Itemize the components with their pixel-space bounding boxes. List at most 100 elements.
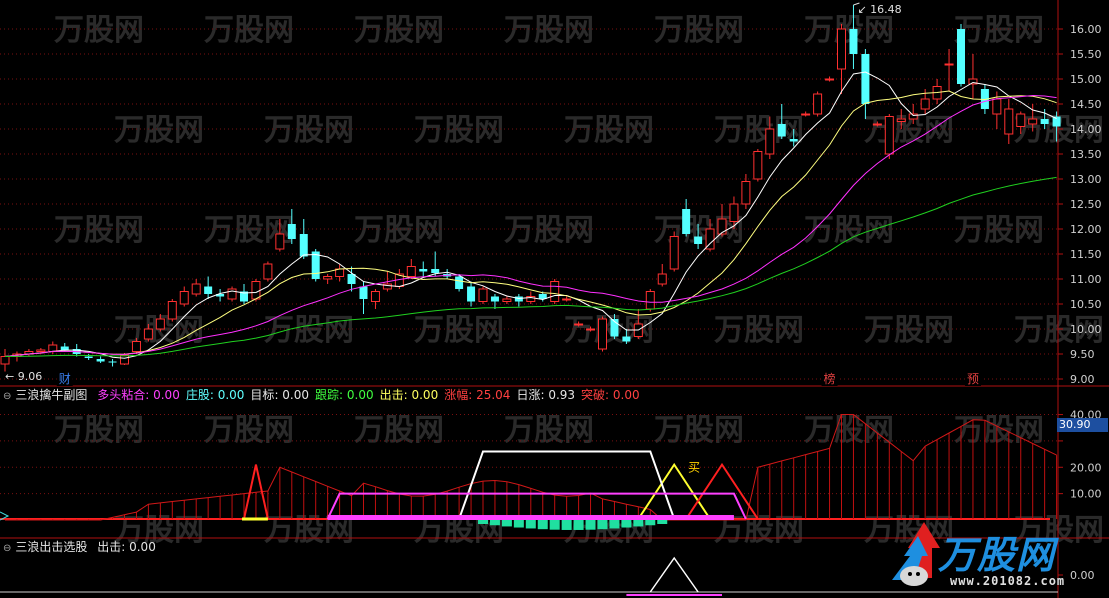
watermark-text: 万股网 — [54, 13, 144, 48]
indicator-item: 目标: 0.00 — [250, 388, 310, 402]
candle-body — [36, 349, 46, 352]
collapse-icon[interactable]: ⊖ — [3, 543, 11, 554]
candle-body — [825, 78, 835, 81]
indicator-item: 涨幅: 25.04 — [444, 388, 511, 402]
candle-body — [204, 286, 213, 294]
candle-body — [849, 29, 858, 54]
candle-body — [717, 218, 727, 235]
indicator-item: 出击: 0.00 — [97, 540, 156, 554]
candle-body — [753, 151, 763, 180]
indicator2-title: 三浪出击选股 — [15, 540, 88, 554]
tracking-bar — [513, 520, 524, 528]
watermark-text: 万股网 — [354, 413, 444, 448]
buy-signal-label: 买 — [688, 460, 700, 474]
y-tick-label: 10.50 — [1070, 298, 1102, 311]
candle-body — [872, 123, 882, 126]
tracking-bar — [633, 520, 644, 527]
candle-body — [896, 118, 906, 122]
y-tick-label: 15.50 — [1070, 48, 1102, 61]
tracking-bar — [597, 520, 608, 530]
candle-body — [1040, 119, 1049, 124]
candle-body — [765, 128, 775, 155]
candle-body — [741, 181, 751, 205]
watermark-text: 万股网 — [354, 213, 444, 248]
candle-body — [48, 344, 58, 352]
event-marker: 榜 — [824, 371, 836, 386]
item-value: 0.00 — [411, 388, 439, 402]
y-tick-label: 20.00 — [1070, 461, 1102, 474]
attack-spike — [649, 556, 699, 593]
candle-body — [992, 98, 1002, 115]
candle-body — [490, 296, 499, 302]
candle-body — [370, 291, 380, 302]
candle-body — [598, 318, 607, 350]
watermark-text: 万股网 — [504, 413, 594, 448]
item-value: 25.04 — [476, 388, 511, 402]
watermark-text: 万股网 — [504, 13, 594, 48]
candle-body — [96, 359, 105, 362]
item-label: 涨幅 — [444, 388, 469, 402]
logo-url: www.201082.com — [950, 574, 1066, 588]
tracking-bar — [645, 520, 656, 526]
candle-body — [502, 298, 512, 302]
y-tick-label: 13.00 — [1070, 173, 1102, 186]
candle-body — [669, 236, 679, 270]
tracking-bar — [585, 520, 596, 530]
candle-body — [478, 288, 488, 302]
item-value: 0.93 — [548, 388, 576, 402]
candle-body — [60, 346, 69, 350]
bull-merge-band — [327, 515, 734, 520]
watermark-text: 万股网 — [654, 13, 744, 48]
candle-body — [251, 281, 261, 300]
tracking-bar — [561, 520, 572, 530]
candle-body — [813, 93, 823, 115]
candle-body — [729, 203, 739, 222]
candle-body — [275, 233, 285, 250]
candle-body — [299, 234, 308, 257]
item-value: 0.00 — [153, 388, 180, 402]
tracking-bar — [478, 520, 488, 524]
tracking-bar — [525, 520, 536, 529]
watermark-text: 万股网 — [204, 413, 294, 448]
site-logo: 万股网 www.201082.com — [888, 518, 1088, 596]
watermark-text: 万股网 — [954, 213, 1044, 248]
high-price-label: ↙ 16.48 — [857, 3, 901, 16]
item-value: 0.00 — [217, 388, 245, 402]
candle-body — [84, 356, 93, 358]
candle-body — [263, 263, 273, 280]
item-value: 0.00 — [346, 388, 374, 402]
y-tick-label: 9.50 — [1070, 348, 1095, 361]
tracking-bar — [621, 520, 632, 528]
candle-body — [167, 301, 177, 320]
y-tick-label: 11.00 — [1070, 273, 1102, 286]
candle-body — [0, 356, 10, 365]
candle-body — [323, 276, 333, 280]
candle-body — [944, 63, 954, 66]
watermark-text: 万股网 — [264, 113, 354, 148]
chart-canvas[interactable]: 万股网 万股网 万股网 万股网 万股网 万股网 万股网万股网 万股网 万股网 万股网 万股网 万股网万… — [0, 0, 1109, 598]
candle-body — [562, 298, 572, 301]
indicator-item: 突破: 0.00 — [581, 388, 640, 402]
candle-body — [431, 269, 440, 273]
item-value: 0.00 — [282, 388, 310, 402]
item-label: 突破 — [581, 388, 606, 402]
watermark-text: 万股网 — [654, 413, 744, 448]
watermark-text: 万股网 — [564, 113, 654, 148]
candle-body — [682, 209, 691, 234]
candle-body — [311, 251, 320, 279]
y-tick-label: 15.00 — [1070, 73, 1102, 86]
collapse-icon[interactable]: ⊖ — [3, 391, 11, 402]
candle-body — [837, 28, 846, 70]
indicator-item: 日涨: 0.93 — [516, 388, 576, 402]
candle-body — [287, 224, 296, 239]
candle-body — [155, 318, 165, 330]
watermark-text: 万股网 — [864, 313, 954, 348]
candle-body — [1004, 108, 1014, 135]
current-value-badge: 30.90 — [1057, 418, 1108, 432]
indicator1-values: 多头粘合: 0.00 庄股: 0.00 目标: 0.00 跟踪: 0.00 出击: 0.… — [97, 388, 645, 402]
candle-body — [1028, 118, 1038, 125]
event-marker: 预 — [967, 372, 979, 386]
candle-body — [108, 361, 117, 363]
candle-body — [467, 286, 476, 302]
candle-body — [179, 291, 189, 305]
